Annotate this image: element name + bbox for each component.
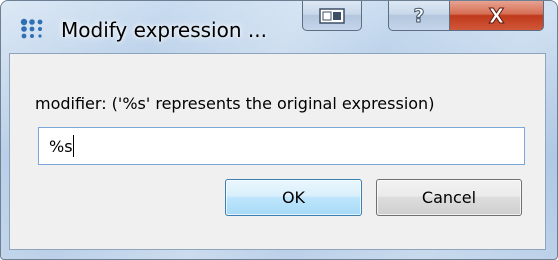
modify-expression-dialog: Modify expression ... ? X modifier: ('%s… (0, 0, 558, 260)
ok-button[interactable]: OK (225, 179, 362, 216)
help-button[interactable]: ? (388, 1, 450, 31)
cancel-button[interactable]: Cancel (376, 179, 522, 216)
window-layout-icon (319, 7, 345, 24)
close-button[interactable]: X (450, 1, 544, 31)
window-layout-button[interactable] (302, 1, 362, 31)
text-caret (73, 135, 74, 157)
window-title: Modify expression ... (61, 18, 267, 42)
modifier-input[interactable] (38, 127, 525, 165)
dots-grid-icon (20, 18, 43, 39)
modifier-label: modifier: ('%s' represents the original … (35, 94, 435, 113)
help-icon: ? (413, 4, 425, 27)
close-icon: X (488, 3, 505, 28)
